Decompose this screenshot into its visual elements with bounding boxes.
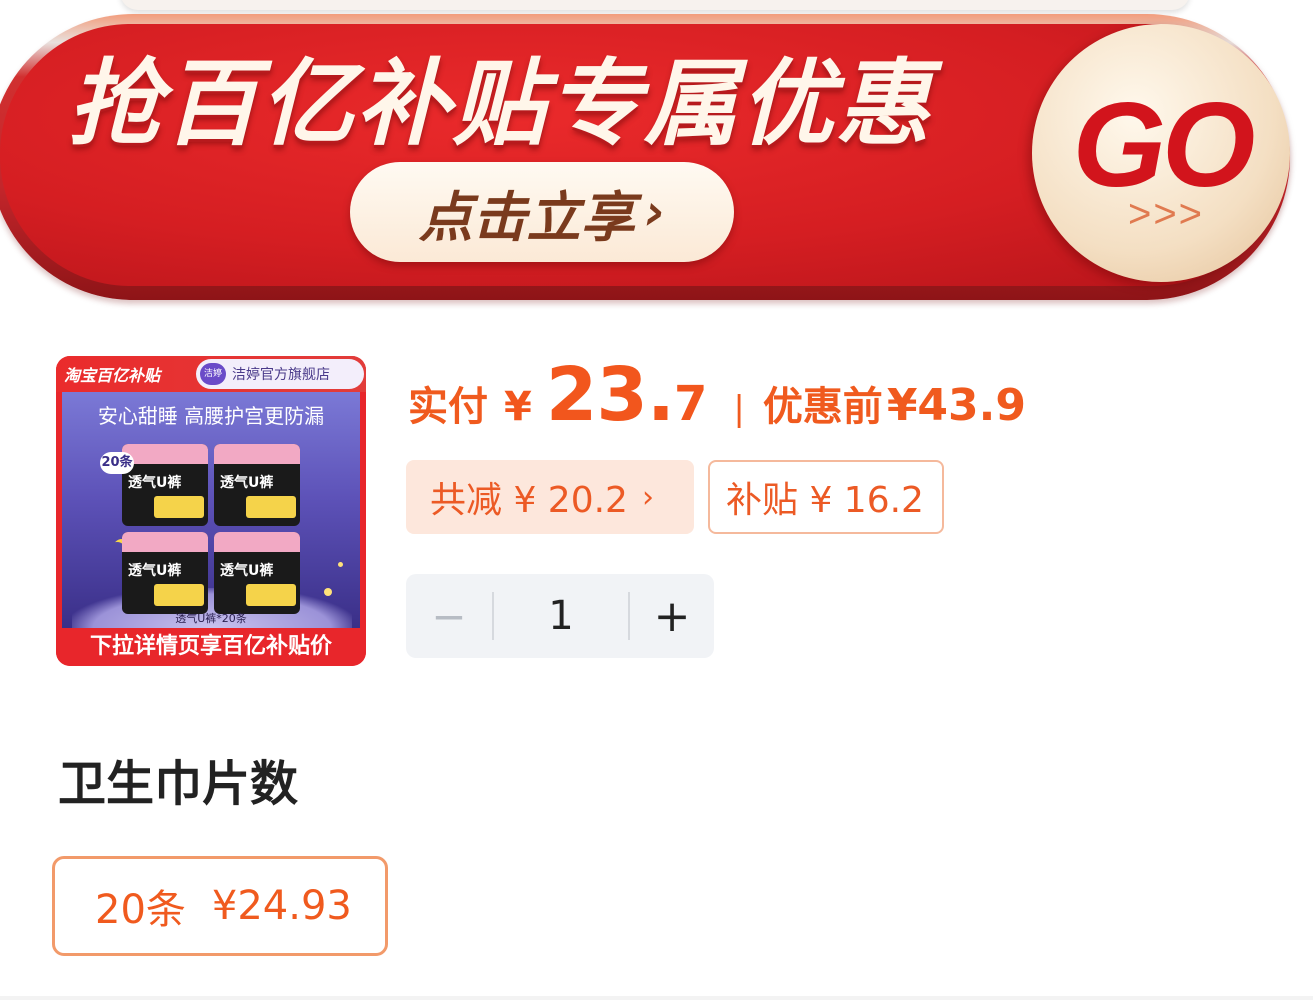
increase-quantity-button[interactable]: + [630,574,714,658]
claim-now-button[interactable]: 点击立享 › [350,162,734,262]
pack-label: 透气U裤 [220,563,274,579]
pack-badge [246,584,296,606]
thumbnail-top-bar: 淘宝百亿补贴 洁婷 洁婷官方旗舰店 [56,356,366,392]
product-pack: 透气U裤 [122,444,208,526]
pack-badge [154,584,204,606]
spec-section-title: 卫生巾片数 [58,756,299,812]
product-thumbnail[interactable]: 淘宝百亿补贴 洁婷 洁婷官方旗舰店 安心甜睡 高腰护宫更防漏 透气U裤 透气U裤… [56,356,366,666]
bottom-divider [0,996,1313,1000]
product-pack: 透气U裤 [214,444,300,526]
spec-option-label: 20条 [95,887,186,933]
pack-label: 透气U裤 [128,475,182,491]
previous-card-edge [120,0,1190,10]
pay-amount-decimal: 7 [673,376,708,432]
quantity-value[interactable]: 1 [494,574,628,658]
original-price-value: ¥43.9 [886,380,1026,431]
pack-badge [246,496,296,518]
subsidy-label: 补贴 ¥ 16.2 [726,480,924,521]
total-discount-label: 共减 ¥ 20.2 [430,480,628,521]
pay-currency: ¥ [504,384,532,430]
product-pack: 透气U裤 [214,532,300,614]
store-logo-icon: 洁婷 [200,363,226,385]
triple-chevron-icon: >>> [1127,192,1205,236]
claim-now-label: 点击立享 [418,185,635,249]
subsidy-brand-tag: 淘宝百亿补贴 [64,366,161,385]
total-discount-chip[interactable]: 共减 ¥ 20.2 › [406,460,694,534]
chevron-right-icon: › [644,183,666,241]
product-scene: 安心甜睡 高腰护宫更防漏 透气U裤 透气U裤 透气U裤 透气U裤 20条 透气U… [62,392,360,628]
banner-title: 抢百亿补贴专属优惠 [68,50,933,159]
decrease-quantity-button[interactable]: − [406,574,492,658]
count-badge: 20条 [100,452,134,474]
spec-option-price: ¥24.93 [211,883,352,929]
checkout-sheet: 抢百亿补贴专属优惠 点击立享 › GO >>> 淘宝百亿补贴 洁婷 洁婷官方旗舰… [0,0,1313,1000]
quantity-stepper: − 1 + [406,574,714,658]
pay-label: 实付 [408,384,488,430]
pack-label: 透气U裤 [220,475,274,491]
star-icon [338,562,343,567]
pay-amount-integer: 23. [545,352,675,438]
product-caption: 透气U裤*20条 [175,612,247,625]
thumbnail-bottom-banner: 下拉详情页享百亿补贴价 [56,628,366,666]
price-line: 实付 ¥ 23. 7 | 优惠前 ¥43.9 [408,352,1026,442]
go-button[interactable]: GO >>> [1032,24,1290,282]
original-price-label: 优惠前 [762,384,883,430]
product-slogan: 安心甜睡 高腰护宫更防漏 [97,404,325,428]
price-separator: | [733,389,745,429]
spec-option-20[interactable]: 20条 ¥24.93 [52,856,388,956]
store-name: 洁婷官方旗舰店 [232,367,330,383]
product-pack: 透气U裤 [122,532,208,614]
subsidy-chip: 补贴 ¥ 16.2 [708,460,944,534]
pack-label: 透气U裤 [128,563,182,579]
chevron-right-icon: › [641,479,654,515]
store-badge: 洁婷 洁婷官方旗舰店 [196,359,364,389]
pack-badge [154,496,204,518]
